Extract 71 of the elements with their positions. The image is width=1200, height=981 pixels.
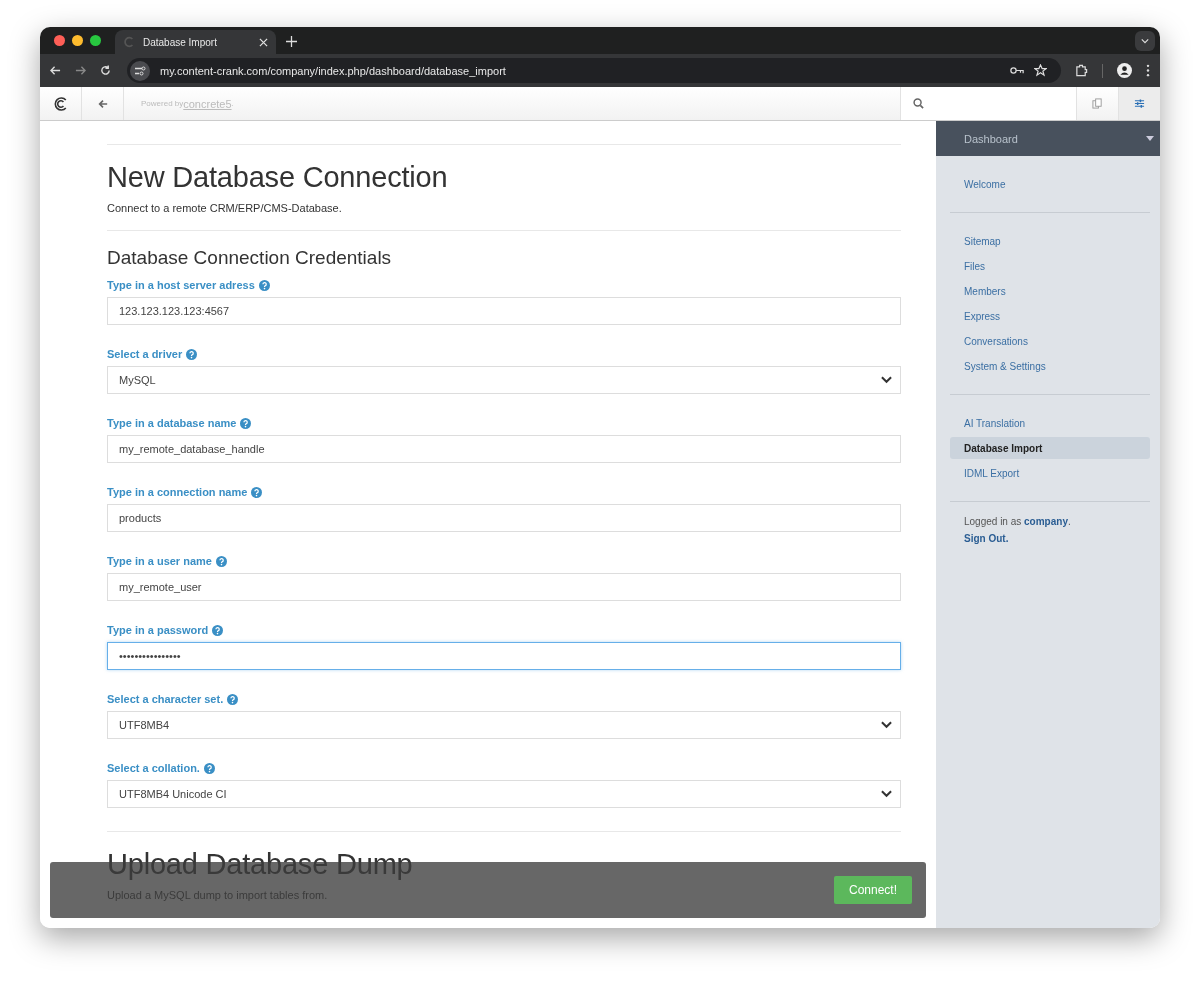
sidebar-item[interactable]: Welcome [950, 173, 1150, 195]
help-icon[interactable] [251, 486, 263, 498]
back-icon[interactable] [50, 65, 61, 76]
search-field[interactable] [900, 87, 1076, 120]
help-icon[interactable] [258, 279, 270, 291]
input-field[interactable]: my_remote_database_handle [107, 435, 901, 463]
caret-icon [1146, 136, 1154, 141]
input-field[interactable]: products [107, 504, 901, 532]
profile-icon[interactable] [1117, 63, 1132, 78]
back-arrow-icon [97, 98, 108, 109]
page-title: New Database Connection [107, 161, 448, 194]
sidebar-item[interactable]: Database Import [950, 437, 1150, 459]
sign-out-link[interactable]: Sign Out. [964, 533, 1160, 544]
select-dropdown[interactable]: UTF8MB4 Unicode CI [107, 780, 901, 808]
c-logo-icon [52, 95, 69, 112]
field-label: Type in a password [107, 624, 209, 636]
help-icon[interactable] [186, 348, 198, 360]
input-field[interactable]: my_remote_user [107, 573, 901, 601]
chevron-down-icon [881, 376, 892, 384]
sidebar-item[interactable]: System & Settings [950, 355, 1150, 377]
help-icon[interactable] [212, 624, 224, 636]
chevron-down-icon [1141, 37, 1149, 44]
help-icon[interactable] [227, 693, 239, 705]
sidebar-item[interactable]: Members [950, 280, 1150, 302]
field-label: Type in a database name [107, 417, 237, 429]
help-icon[interactable] [240, 417, 252, 429]
star-icon[interactable] [1034, 64, 1047, 77]
close-tab-icon[interactable] [259, 37, 268, 47]
key-icon[interactable] [1010, 66, 1024, 75]
extensions-icon[interactable] [1075, 64, 1088, 77]
sidebar-item[interactable]: AI Translation [950, 412, 1150, 434]
logged-in-text: Logged in as company. [964, 516, 1072, 527]
address-bar[interactable]: my.content-crank.com/company/index.php/dashboard/database_import [127, 58, 1061, 83]
chevron-down-icon [881, 790, 892, 798]
field-label: Type in a host server adress [107, 279, 255, 291]
reload-icon[interactable] [100, 65, 111, 76]
minimize-window-button[interactable] [72, 35, 83, 46]
user-link[interactable]: company [1024, 516, 1068, 527]
new-tab-icon[interactable] [286, 36, 297, 47]
field-label: Type in a connection name [107, 486, 248, 498]
select-dropdown[interactable]: MySQL [107, 366, 901, 394]
select-dropdown[interactable]: UTF8MB4 [107, 711, 901, 739]
sidebar-item[interactable]: Express [950, 305, 1150, 327]
sliders-icon [1134, 98, 1145, 109]
menu-icon[interactable] [1146, 64, 1150, 77]
settings-button[interactable] [1118, 87, 1160, 120]
password-field[interactable]: •••••••••••••••• [107, 642, 901, 670]
field-label: Select a character set. [107, 693, 224, 705]
maximize-window-button[interactable] [90, 35, 101, 46]
search-icon [913, 98, 924, 109]
dashboard-menu-header[interactable]: Dashboard [936, 121, 1160, 156]
browser-tab[interactable]: Database Import [115, 30, 276, 54]
sidebar-item[interactable]: IDML Export [950, 462, 1150, 484]
close-window-button[interactable] [54, 35, 65, 46]
c-logo-icon [123, 36, 135, 48]
forward-icon[interactable] [75, 65, 86, 76]
help-icon[interactable] [203, 762, 215, 774]
field-label: Type in a user name [107, 555, 212, 567]
section-title: Database Connection Credentials [107, 247, 393, 269]
page-subtitle: Connect to a remote CRM/ERP/CMS-Database. [107, 202, 342, 214]
sidebar-item[interactable]: Sitemap [950, 230, 1150, 252]
chevron-down-icon [881, 721, 892, 729]
field-label: Select a driver [107, 348, 183, 360]
sidebar-item[interactable]: Conversations [950, 330, 1150, 352]
input-field[interactable]: 123.123.123.123:4567 [107, 297, 901, 325]
pages-icon [1092, 98, 1103, 109]
field-label: Select a collation. [107, 762, 200, 774]
help-icon[interactable] [215, 555, 227, 567]
site-settings-icon[interactable] [130, 60, 150, 81]
tab-menu-button[interactable] [1135, 30, 1155, 51]
sidebar-item[interactable]: Files [950, 255, 1150, 277]
